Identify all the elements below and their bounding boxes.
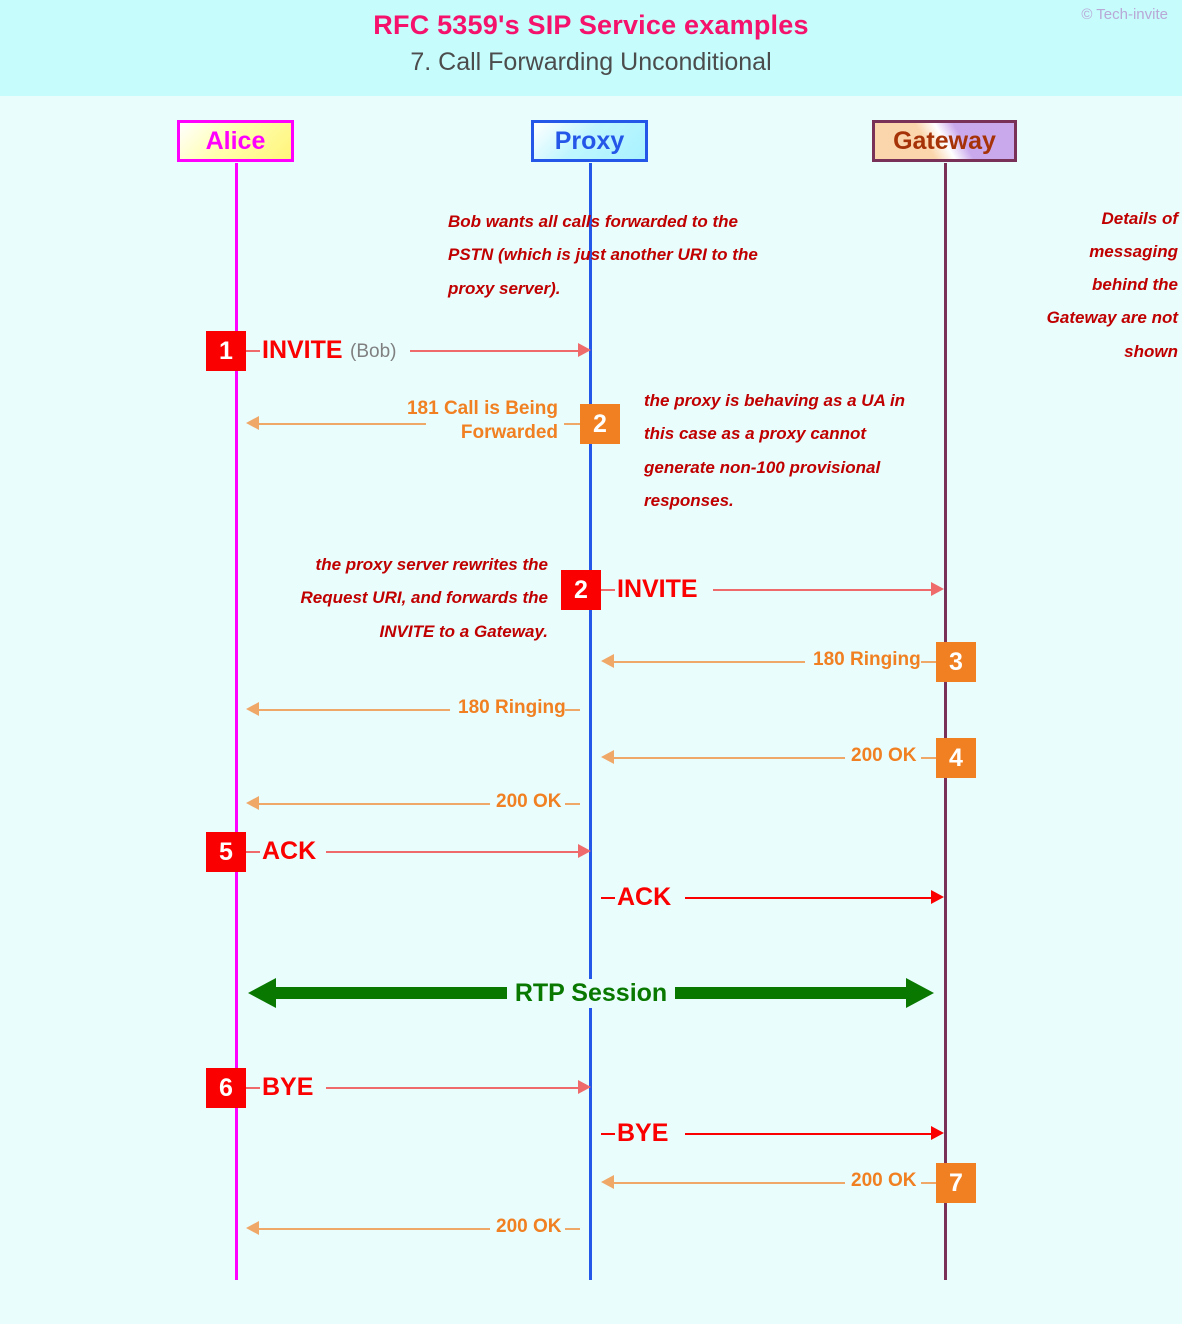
step-badge-1[interactable]: 1 [206,331,246,371]
message-3-label: INVITE [617,575,698,603]
message-9-stub [601,897,615,899]
message-1-line [410,350,580,352]
message-9-line [685,897,933,899]
message-11-arrowhead [578,1080,591,1094]
actor-alice[interactable]: Alice [177,120,294,162]
message-3-invite[interactable]: INVITE [601,575,945,603]
message-3-arrowhead [931,582,944,596]
copyright-label: © Tech-invite [1081,6,1168,23]
step-badge-3[interactable]: 3 [936,642,976,682]
diagram-header: RFC 5359's SIP Service examples 7. Call … [0,0,1182,96]
message-4-line [613,661,805,663]
message-13-line [613,1182,845,1184]
message-1-label: INVITE [262,336,343,364]
note-bob-forwarding: Bob wants all calls forwarded to the PST… [448,212,758,298]
message-2-label-line1: 181 Call is Being [406,398,558,419]
step-badge-6[interactable]: 6 [206,1068,246,1108]
rtp-session-label: RTP Session [506,978,676,1008]
note-proxy-rewrite: the proxy server rewrites the Request UR… [300,555,548,641]
message-7-label: 200 OK [496,791,562,812]
message-7-stub [565,803,580,805]
actor-proxy-label: Proxy [554,126,625,155]
message-5-180-ringing[interactable]: 180 Ringing [246,697,580,723]
step-badge-2[interactable]: 2 [580,404,620,444]
message-12-stub [601,1133,615,1135]
message-3-stub [601,589,615,591]
lifeline-proxy [589,163,592,1280]
message-6-stub [921,757,936,759]
message-13-label: 200 OK [851,1170,917,1191]
message-4-label: 180 Ringing [813,649,921,670]
message-2-stub [564,423,580,425]
rtp-label-wrapper: RTP Session [248,978,934,1008]
message-2-181-call-is-being-forwarded[interactable]: 181 Call is Being Forwarded [236,398,580,443]
message-9-label: ACK [617,883,672,911]
message-12-label: BYE [617,1119,669,1147]
step-badge-5[interactable]: 5 [206,832,246,872]
message-11-bye[interactable]: BYE [246,1073,591,1101]
message-3-line [713,589,933,591]
rtp-session-bar[interactable]: RTP Session [248,978,934,1008]
page-subtitle: 7. Call Forwarding Unconditional [410,48,772,76]
sequence-diagram: RFC 5359's SIP Service examples 7. Call … [0,0,1182,1324]
actor-proxy[interactable]: Proxy [531,120,648,162]
message-12-arrowhead [931,1126,944,1140]
message-14-200-ok[interactable]: 200 OK [246,1216,580,1242]
actor-gateway-label: Gateway [893,126,996,155]
message-1-arrowhead [578,343,591,357]
message-9-ack[interactable]: ACK [601,883,945,911]
note-gateway-hidden: Details of messaging behind the Gateway … [1046,209,1178,361]
page-title: RFC 5359's SIP Service examples [373,10,809,40]
note-proxy-as-ua: the proxy is behaving as a UA in this ca… [644,391,906,511]
message-8-line [326,851,580,853]
message-7-line [258,803,490,805]
message-5-stub [565,709,580,711]
message-1-invite[interactable]: INVITE (Bob) [246,336,591,364]
message-6-200-ok[interactable]: 200 OK [601,745,936,771]
message-14-line [258,1228,490,1230]
message-8-label: ACK [262,837,317,865]
lifeline-gateway [944,163,947,1280]
message-13-stub [921,1182,936,1184]
step-badge-7[interactable]: 7 [936,1163,976,1203]
message-6-line [613,757,845,759]
message-14-label: 200 OK [496,1216,562,1237]
message-8-ack[interactable]: ACK [246,837,591,865]
step-badge-4[interactable]: 4 [936,738,976,778]
message-12-bye[interactable]: BYE [601,1119,945,1147]
message-11-line [326,1087,580,1089]
actor-gateway[interactable]: Gateway [872,120,1017,162]
message-5-label: 180 Ringing [458,697,566,718]
message-13-200-ok[interactable]: 200 OK [601,1170,936,1196]
message-6-label: 200 OK [851,745,917,766]
message-5-line [258,709,450,711]
message-9-arrowhead [931,890,944,904]
message-1-extra-label: (Bob) [350,341,397,362]
actor-alice-label: Alice [205,126,266,155]
message-4-180-ringing[interactable]: 180 Ringing [601,649,936,675]
message-2-label-line2: Forwarded [460,422,558,443]
message-11-label: BYE [262,1073,314,1101]
message-7-200-ok[interactable]: 200 OK [246,791,580,817]
step-badge-2b[interactable]: 2 [561,570,601,610]
message-8-arrowhead [578,844,591,858]
message-11-stub [246,1087,260,1089]
message-12-line [685,1133,933,1135]
message-4-stub [921,661,936,663]
message-8-stub [246,851,260,853]
message-1-stub [246,350,260,352]
message-14-stub [565,1228,580,1230]
